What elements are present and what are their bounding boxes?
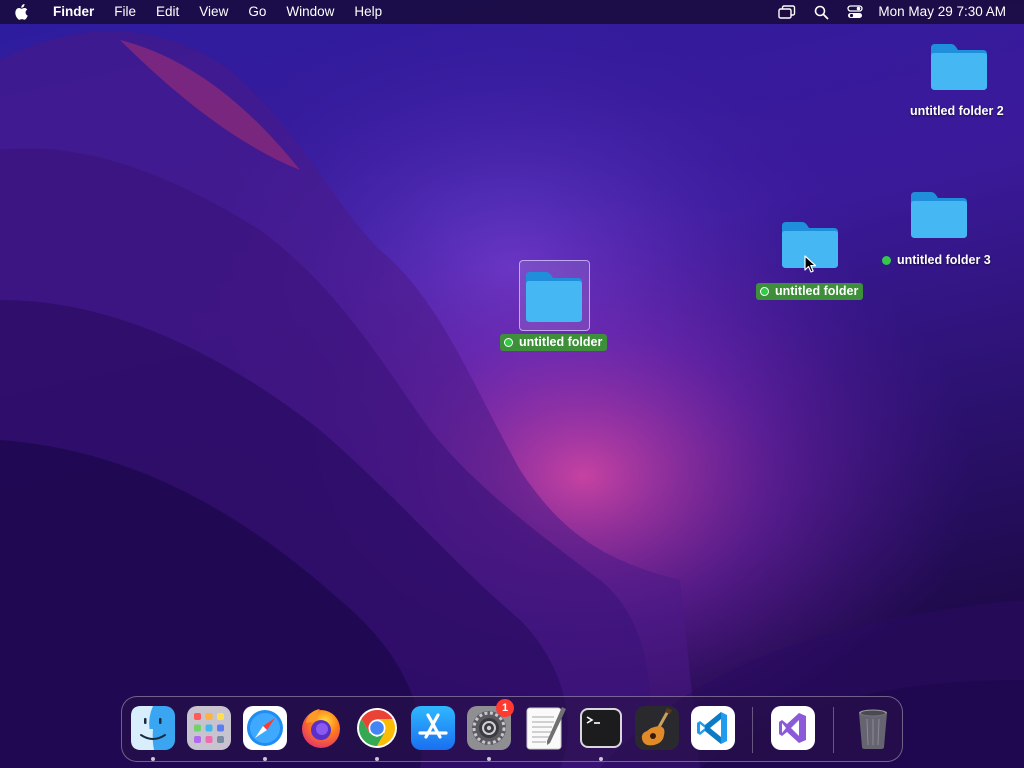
dock-chrome[interactable]	[354, 705, 400, 761]
desktop-item-label: untitled folder 2	[910, 104, 1004, 118]
desktop-item-label: untitled folder 3	[882, 252, 991, 269]
green-tag-icon	[760, 287, 769, 296]
menu-bar-clock[interactable]: Mon May 29 7:30 AM	[872, 0, 1024, 24]
dock: 1	[121, 696, 903, 762]
folder-icon	[526, 272, 582, 322]
dock-system-preferences[interactable]: 1	[466, 699, 514, 761]
menu-app-finder[interactable]: Finder	[42, 0, 104, 24]
dock-firefox[interactable]	[298, 705, 344, 751]
green-tag-icon	[882, 256, 891, 265]
desktop-item-label: untitled folder	[500, 334, 608, 351]
vscode-icon	[691, 706, 735, 750]
menu-bar: Finder File Edit View Go Window Help Mon…	[0, 0, 1024, 24]
apple-menu-icon[interactable]	[0, 0, 42, 24]
running-indicator	[487, 757, 491, 761]
menu-view[interactable]: View	[189, 0, 238, 24]
menu-file[interactable]: File	[104, 0, 146, 24]
trash-icon	[859, 709, 887, 749]
dock-terminal[interactable]	[578, 705, 624, 761]
finder-icon	[131, 706, 175, 750]
mouse-cursor-icon	[804, 255, 817, 273]
control-center-icon[interactable]	[838, 0, 872, 24]
desktop-folder-untitled-folder-2[interactable]: untitled folder 2	[900, 38, 1018, 122]
chrome-icon	[357, 708, 397, 748]
dock-visual-studio[interactable]	[770, 705, 816, 751]
textedit-icon	[526, 707, 566, 750]
launchpad-icon	[187, 706, 231, 750]
dock-separator	[752, 707, 753, 753]
green-tag-icon	[504, 338, 513, 347]
dock-app-store[interactable]	[410, 705, 456, 751]
menu-help[interactable]: Help	[344, 0, 392, 24]
dock-separator	[833, 707, 834, 753]
running-indicator	[375, 757, 379, 761]
visual-studio-icon	[771, 706, 815, 750]
running-indicator	[151, 757, 155, 761]
app-store-icon	[411, 706, 455, 750]
desktop[interactable]: Finder File Edit View Go Window Help Mon…	[0, 0, 1024, 768]
firefox-icon	[302, 709, 340, 748]
running-indicator	[263, 757, 267, 761]
desktop-folder-untitled-folder-center[interactable]: untitled folder	[498, 260, 612, 352]
dock-launchpad[interactable]	[186, 705, 232, 751]
running-indicator	[599, 757, 603, 761]
menu-go[interactable]: Go	[238, 0, 276, 24]
terminal-icon	[580, 708, 622, 748]
dock-garageband[interactable]	[634, 705, 680, 751]
spotlight-search-icon[interactable]	[804, 0, 838, 24]
menu-edit[interactable]: Edit	[146, 0, 189, 24]
notification-badge: 1	[496, 699, 514, 717]
wallpaper	[0, 0, 1024, 768]
safari-icon	[243, 706, 287, 750]
folder-icon	[931, 44, 987, 90]
dock-textedit[interactable]	[522, 705, 568, 751]
folder-icon	[911, 192, 967, 238]
dock-finder[interactable]	[130, 705, 176, 761]
dock-vscode[interactable]	[690, 705, 736, 751]
dock-safari[interactable]	[242, 705, 288, 761]
dock-trash[interactable]	[850, 705, 896, 751]
garageband-icon	[635, 706, 679, 750]
menu-window[interactable]: Window	[276, 0, 344, 24]
desktop-folder-untitled-folder-3[interactable]: untitled folder 3	[878, 186, 1002, 270]
screen-mirroring-icon[interactable]	[770, 0, 804, 24]
desktop-item-label: untitled folder	[756, 283, 864, 300]
